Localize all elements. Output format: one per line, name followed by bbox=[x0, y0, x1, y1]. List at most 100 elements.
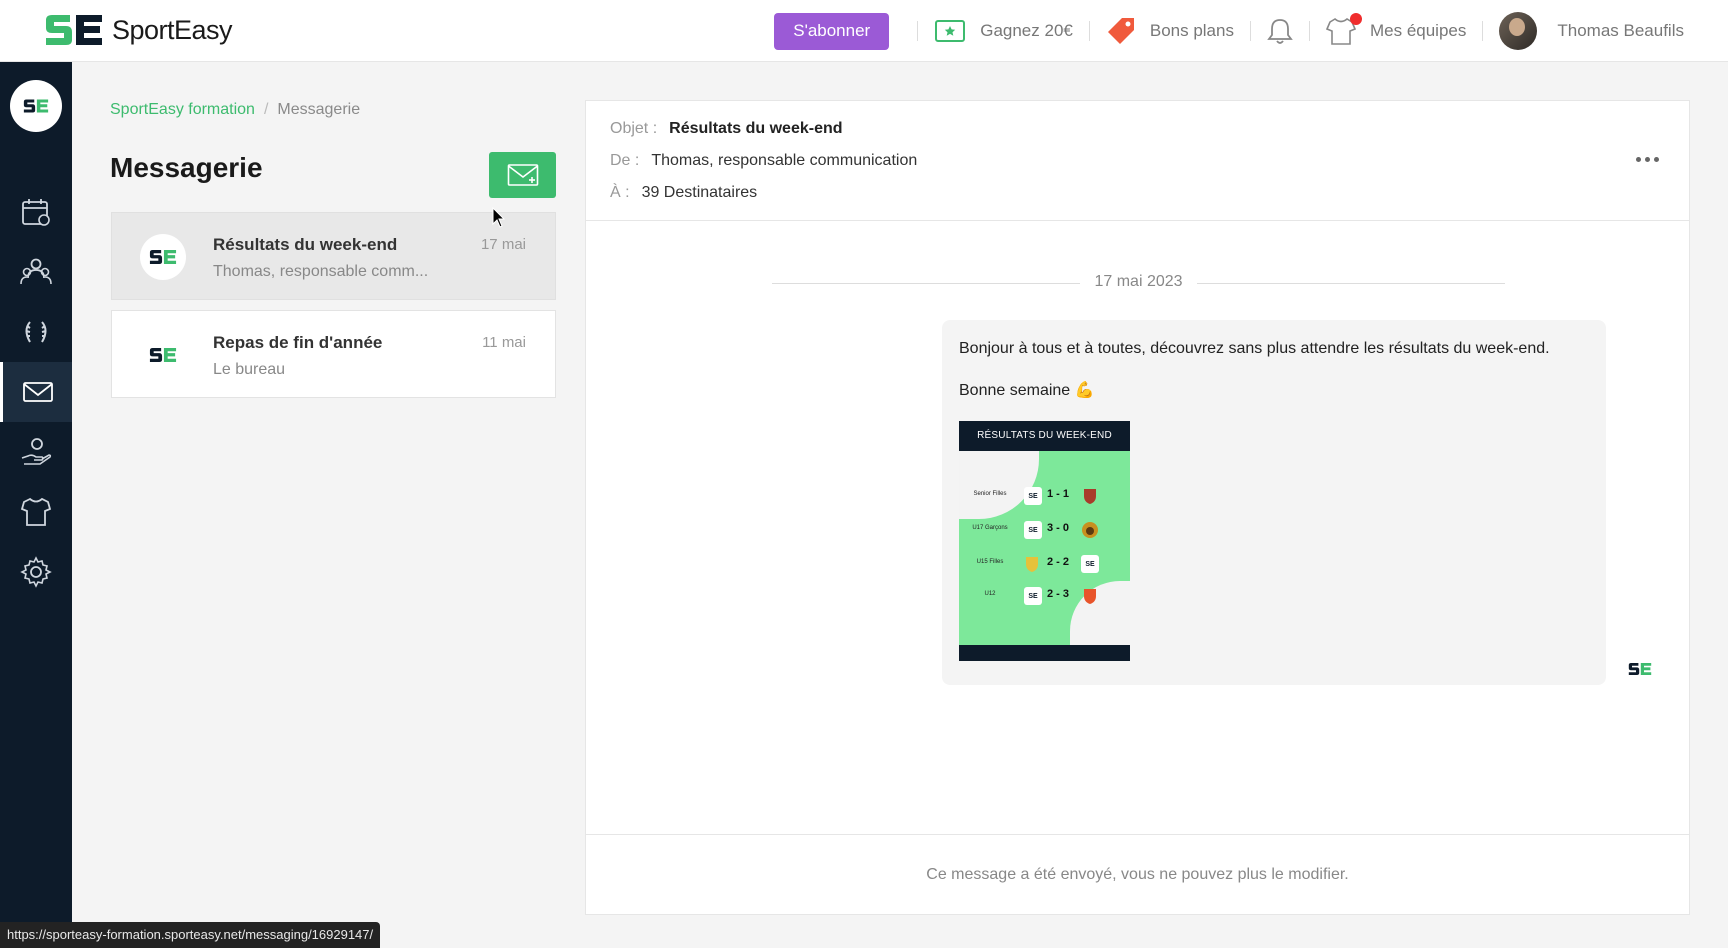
breadcrumb-parent-link[interactable]: SportEasy formation bbox=[110, 101, 255, 118]
result-score: 2 - 2 bbox=[1047, 556, 1070, 568]
user-menu[interactable]: Thomas Beaufils bbox=[1499, 12, 1684, 50]
club-badge: SE bbox=[1081, 555, 1099, 573]
sent-message-notice: Ce message a été envoyé, vous ne pouvez … bbox=[586, 834, 1689, 914]
result-team: U12 bbox=[984, 591, 996, 597]
subject-label: Objet : bbox=[610, 120, 658, 137]
divider bbox=[917, 21, 919, 41]
result-row: Senior Filles SE 1 - 1 bbox=[959, 485, 1130, 507]
from-label: De : bbox=[610, 152, 640, 169]
team-logo bbox=[149, 348, 177, 362]
attachment-image[interactable]: RÉSULTATS DU WEEK-END Senior Filles SE 1… bbox=[959, 421, 1130, 661]
team-logo bbox=[23, 99, 49, 113]
app-name: SportEasy bbox=[112, 14, 233, 45]
sender-avatar bbox=[140, 332, 186, 378]
conversation-date: 17 mai bbox=[480, 236, 526, 253]
message-detail-panel: Objet : Résultats du week-end De : Thomas,… bbox=[585, 100, 1690, 915]
users-icon bbox=[20, 258, 52, 285]
deals-link[interactable]: Bons plans bbox=[1106, 16, 1234, 46]
club-badge: SE bbox=[1024, 521, 1042, 539]
conversation-subject: Repas de fin d'année bbox=[213, 333, 383, 352]
hand-coin-icon bbox=[21, 438, 52, 465]
compose-mail-icon bbox=[507, 164, 538, 186]
to-label: À : bbox=[610, 184, 630, 201]
conversation-item[interactable]: Résultats du week-end Thomas, responsabl… bbox=[111, 212, 556, 300]
sidebar-item-messaging[interactable] bbox=[0, 362, 72, 422]
sporteasy-logo-mark bbox=[46, 15, 102, 45]
sidebar-item-contributions[interactable] bbox=[0, 422, 72, 482]
user-avatar bbox=[1499, 12, 1538, 50]
result-team: Senior Filles bbox=[973, 491, 1007, 497]
result-score: 1 - 1 bbox=[1047, 488, 1070, 500]
laurel-icon bbox=[25, 321, 47, 343]
sporteasy-logo[interactable]: SportEasy bbox=[44, 14, 233, 46]
my-teams-link[interactable]: Mes équipes bbox=[1325, 13, 1467, 46]
link-preview-statusbar: https://sporteasy-formation.sporteasy.ne… bbox=[0, 922, 381, 948]
message-body-line: Bonne semaine 💪 bbox=[959, 382, 1095, 399]
jersey-icon bbox=[1325, 13, 1362, 46]
message-body-line: Bonjour à tous et à toutes, découvrez sa… bbox=[959, 340, 1550, 357]
date-divider-label: 17 mai 2023 bbox=[1094, 273, 1183, 290]
sidebar-item-calendar[interactable] bbox=[0, 182, 72, 242]
result-score: 3 - 0 bbox=[1047, 522, 1070, 534]
page-title: Messagerie bbox=[110, 152, 263, 183]
opponent-shield-icon bbox=[1026, 557, 1038, 572]
team-logo bbox=[149, 250, 177, 264]
top-bar: SportEasy S'abonner Gagnez 20€ Bons plan… bbox=[0, 0, 1728, 62]
notification-dot bbox=[1349, 13, 1362, 25]
result-row: U17 Garçons SE 3 - 0 bbox=[959, 519, 1130, 541]
sidebar-item-jerseys[interactable] bbox=[0, 482, 72, 542]
message-recipients[interactable]: 39 Destinataires bbox=[642, 184, 758, 201]
from-row: De : Thomas, responsable communication bbox=[610, 152, 917, 170]
sidebar bbox=[0, 62, 72, 948]
result-score: 2 - 3 bbox=[1047, 588, 1070, 600]
club-badge: SE bbox=[1024, 587, 1042, 605]
conversation-subject: Résultats du week-end bbox=[213, 235, 398, 254]
breadcrumb: SportEasy formation / Messagerie bbox=[110, 101, 360, 119]
more-options-icon[interactable] bbox=[1636, 157, 1659, 162]
sender-avatar bbox=[140, 234, 186, 280]
conversation-preview: Le bureau bbox=[213, 361, 286, 378]
message-subject: Résultats du week-end bbox=[669, 120, 843, 137]
earn-link[interactable]: Gagnez 20€ bbox=[934, 18, 1073, 44]
to-row: À : 39 Destinataires bbox=[610, 184, 757, 202]
new-message-button[interactable] bbox=[489, 152, 556, 198]
club-badge: SE bbox=[1024, 487, 1042, 505]
divider bbox=[1308, 21, 1310, 41]
earn-label: Gagnez 20€ bbox=[980, 21, 1073, 40]
jersey-icon bbox=[20, 497, 52, 526]
result-team: U17 Garçons bbox=[972, 525, 1008, 531]
sidebar-item-members[interactable] bbox=[0, 242, 72, 302]
deals-label: Bons plans bbox=[1149, 21, 1234, 40]
mail-icon bbox=[22, 382, 53, 402]
ticket-icon bbox=[934, 18, 966, 44]
opponent-shield-icon bbox=[1084, 489, 1096, 504]
price-tag-icon bbox=[1106, 16, 1136, 46]
sidebar-item-competitions[interactable] bbox=[0, 302, 72, 362]
result-row: U12 SE 2 - 3 bbox=[959, 585, 1130, 607]
breadcrumb-current: Messagerie bbox=[277, 101, 361, 118]
team-avatar[interactable] bbox=[10, 80, 62, 132]
user-name: Thomas Beaufils bbox=[1557, 21, 1684, 40]
message-bubble: Bonjour à tous et à toutes, découvrez sa… bbox=[942, 320, 1606, 685]
notifications-button[interactable] bbox=[1267, 17, 1293, 45]
breadcrumb-separator: / bbox=[263, 101, 269, 118]
result-row: U15 Filles 2 - 2 SE bbox=[959, 553, 1130, 575]
gear-icon bbox=[20, 556, 52, 588]
subscribe-button[interactable]: S'abonner bbox=[774, 12, 890, 50]
message-sender: Thomas, responsable communication bbox=[651, 152, 918, 169]
bell-icon bbox=[1267, 17, 1293, 45]
result-team: U15 Filles bbox=[976, 559, 1004, 565]
sender-team-logo bbox=[1628, 661, 1652, 682]
calendar-icon bbox=[22, 199, 50, 226]
date-divider: 17 mai 2023 bbox=[772, 271, 1505, 295]
conversation-date: 11 mai bbox=[482, 334, 526, 351]
sidebar-item-settings[interactable] bbox=[0, 542, 72, 602]
subject-row: Objet : Résultats du week-end bbox=[610, 120, 843, 138]
message-header: Objet : Résultats du week-end De : Thomas,… bbox=[586, 101, 1689, 221]
divider bbox=[1482, 21, 1484, 41]
my-teams-label: Mes équipes bbox=[1369, 21, 1467, 40]
opponent-lion-icon bbox=[1082, 522, 1098, 538]
opponent-shield-icon bbox=[1084, 589, 1096, 604]
mouse-cursor-icon bbox=[492, 207, 506, 228]
conversation-item[interactable]: Repas de fin d'année Le bureau 11 mai bbox=[111, 310, 556, 398]
